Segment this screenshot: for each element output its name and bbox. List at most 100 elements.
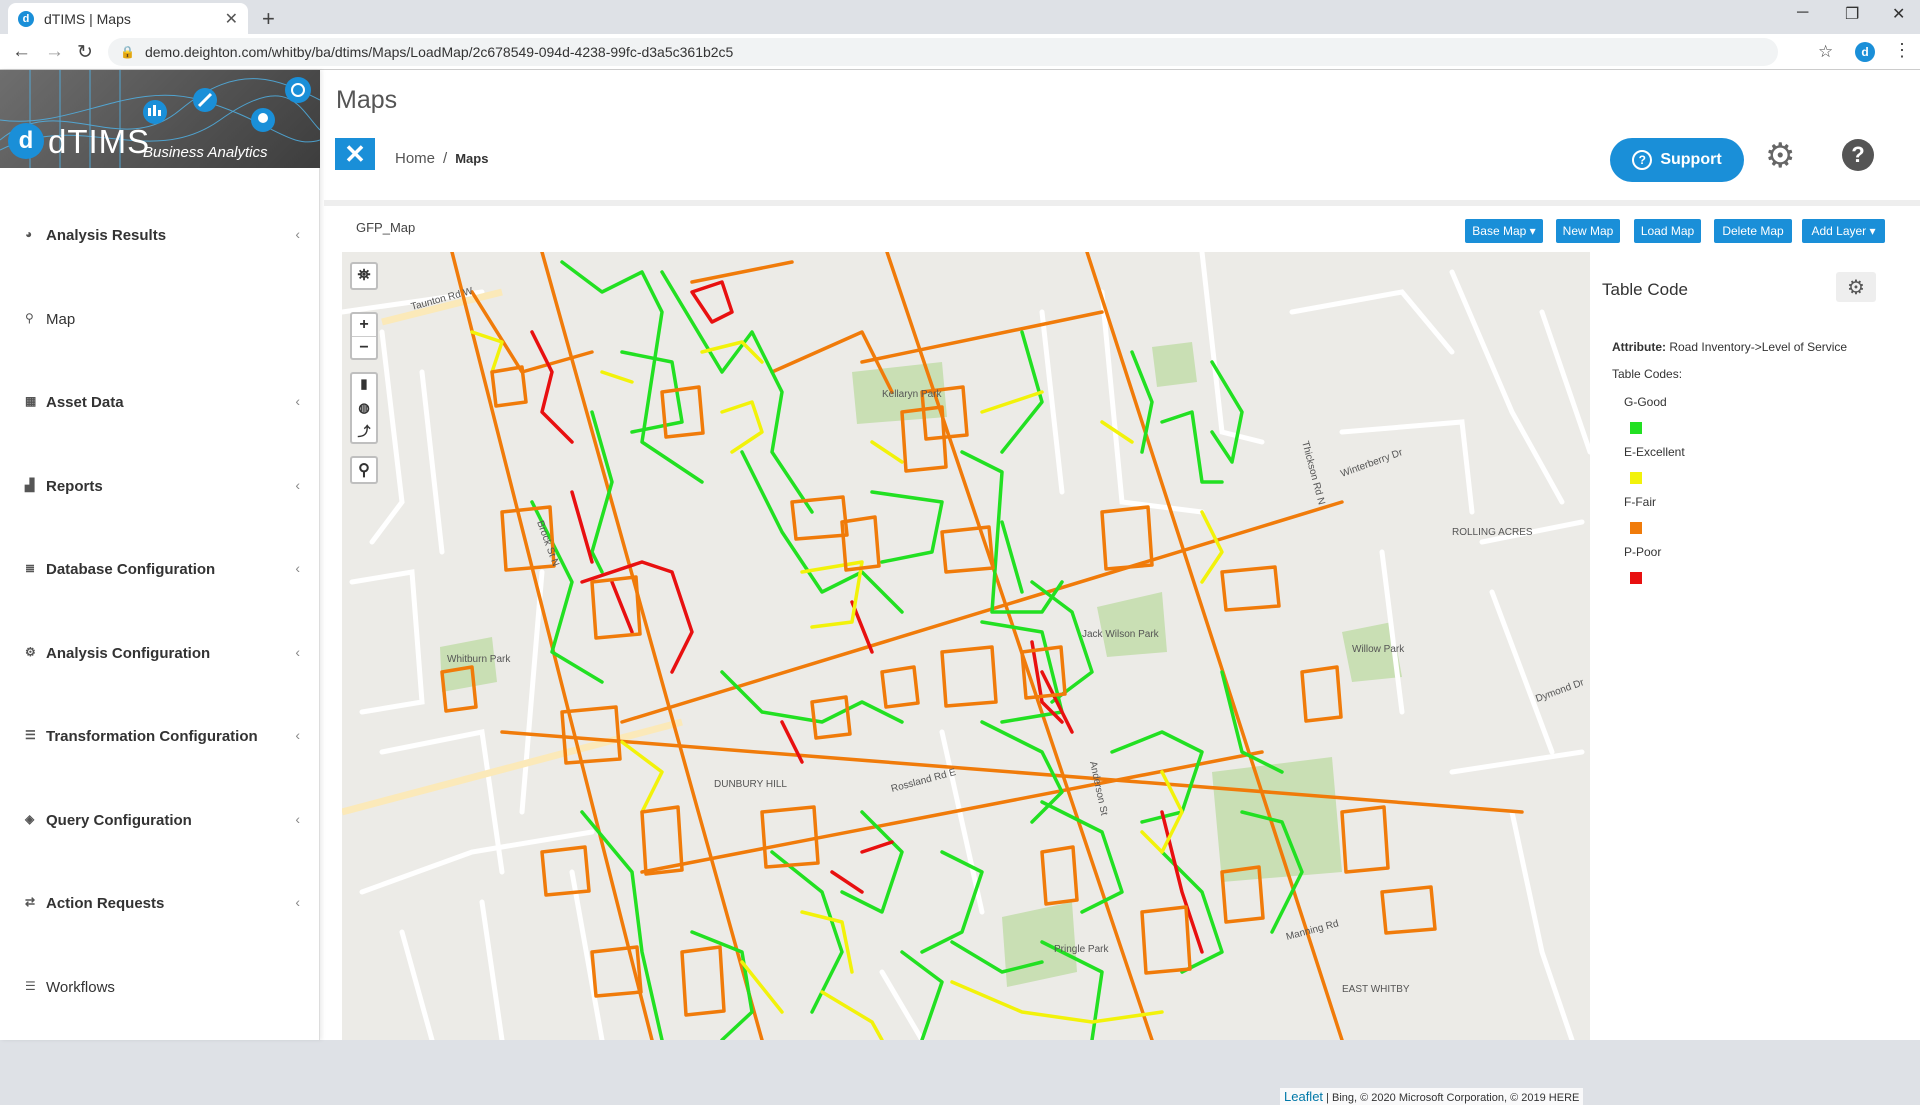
map-canvas[interactable]: Kellaryn Park Jack Wilson Park Whitburn … xyxy=(342,252,1590,1040)
new-map-button[interactable]: New Map xyxy=(1556,219,1620,243)
minimize-icon[interactable]: ─ xyxy=(1797,4,1808,22)
road-segment[interactable] xyxy=(1340,805,1390,874)
road-segment[interactable] xyxy=(660,385,705,439)
bookmark-icon[interactable]: ▮ xyxy=(360,372,367,396)
breadcrumb-home[interactable]: Home xyxy=(395,150,435,167)
sidebar-item-query-configuration[interactable]: ◈ Query Configuration ‹ xyxy=(0,800,320,884)
road-segment[interactable] xyxy=(680,945,726,1017)
sidebar-item-map[interactable]: ⚲ Map xyxy=(0,299,320,383)
road-segment[interactable] xyxy=(570,490,594,564)
road-segment[interactable] xyxy=(590,575,642,640)
road-segment[interactable] xyxy=(830,870,864,894)
bookmark-star-icon[interactable]: ☆ xyxy=(1818,42,1833,62)
road-segment[interactable] xyxy=(950,980,1164,1024)
road-segment[interactable] xyxy=(540,845,591,897)
back-icon[interactable]: ← xyxy=(12,41,31,63)
road-segment[interactable] xyxy=(1160,410,1224,484)
road-segment[interactable] xyxy=(620,740,664,814)
map-label: Dymond Dr xyxy=(1534,677,1586,705)
settings-gear-icon[interactable]: ⚙ xyxy=(1765,136,1795,176)
road-segment[interactable] xyxy=(790,495,849,541)
road-segment[interactable] xyxy=(870,440,904,464)
profile-avatar[interactable]: d xyxy=(1855,42,1875,62)
forward-icon[interactable]: → xyxy=(45,41,64,63)
close-window-icon[interactable]: ✕ xyxy=(1892,4,1905,24)
road-segment[interactable] xyxy=(610,580,634,634)
route-icon[interactable]: ⤴ xyxy=(357,420,370,444)
road-segment[interactable] xyxy=(530,330,574,444)
logo[interactable]: d dTIMS Business Analytics xyxy=(0,70,320,168)
road-segment[interactable] xyxy=(560,260,704,484)
road-segment[interactable] xyxy=(690,260,794,284)
road-segment[interactable] xyxy=(800,910,854,974)
close-sidebar-button[interactable]: ✕ xyxy=(335,138,375,170)
road-segment[interactable] xyxy=(1160,810,1204,954)
restore-icon[interactable]: ❐ xyxy=(1845,4,1859,24)
road-segment[interactable] xyxy=(1380,885,1437,935)
help-icon[interactable]: ? xyxy=(1842,139,1874,171)
new-tab-icon[interactable]: + xyxy=(262,6,275,32)
base-map-dropdown[interactable]: Base Map ▾ xyxy=(1465,219,1543,243)
road-segment[interactable] xyxy=(1200,510,1224,584)
road-segment[interactable] xyxy=(860,310,1104,364)
map-svg[interactable]: Kellaryn Park Jack Wilson Park Whitburn … xyxy=(342,252,1590,1040)
road-segment[interactable] xyxy=(860,840,894,854)
road-segment[interactable] xyxy=(720,400,764,454)
legend-settings-button[interactable]: ⚙ xyxy=(1836,272,1876,302)
reload-icon[interactable]: ↻ xyxy=(77,41,93,64)
url-input[interactable]: 🔒 demo.deighton.com/whitby/ba/dtims/Maps… xyxy=(108,38,1778,66)
road-segment[interactable] xyxy=(1040,845,1079,906)
road-segment[interactable] xyxy=(1030,580,1094,704)
road-segment[interactable] xyxy=(870,490,944,564)
road-segment[interactable] xyxy=(740,450,904,614)
road-segment[interactable] xyxy=(1040,800,1124,914)
close-tab-icon[interactable]: ✕ xyxy=(225,9,238,29)
sidebar-item-workflows[interactable]: ☰ Workflows xyxy=(0,967,320,1051)
road-segment[interactable] xyxy=(820,990,884,1040)
road-segment[interactable] xyxy=(980,390,1044,414)
road-segment[interactable] xyxy=(800,560,864,629)
road-segment[interactable] xyxy=(1160,850,1224,974)
sidebar-item-database-configuration[interactable]: ≣ Database Configuration ‹ xyxy=(0,549,320,633)
road-segment[interactable] xyxy=(660,270,814,514)
map-search-button[interactable]: ⚲ xyxy=(350,456,378,484)
leaflet-link[interactable]: Leaflet xyxy=(1284,1089,1323,1104)
delete-map-button[interactable]: Delete Map xyxy=(1714,219,1792,243)
road-segment[interactable] xyxy=(1100,505,1154,571)
sidebar-item-analysis-configuration[interactable]: ⚙ Analysis Configuration ‹ xyxy=(0,633,320,717)
road-segment[interactable] xyxy=(1000,520,1024,594)
road-segment[interactable] xyxy=(920,850,984,954)
search-icon: ⚲ xyxy=(358,462,370,479)
browser-menu-icon[interactable]: ⋮ xyxy=(1893,40,1911,61)
browser-tab[interactable]: d dTIMS | Maps ✕ xyxy=(8,3,248,34)
page-title: Maps xyxy=(336,86,398,114)
road-segment[interactable] xyxy=(1140,905,1192,975)
load-map-button[interactable]: Load Map xyxy=(1634,219,1701,243)
legend-item-label: P-Poor xyxy=(1624,545,1662,559)
zoom-in-button[interactable]: + xyxy=(359,314,368,336)
logo-badge: d xyxy=(8,123,44,159)
sidebar-item-action-requests[interactable]: ⇄ Action Requests ‹ xyxy=(0,883,320,967)
support-button[interactable]: ? Support xyxy=(1610,138,1744,182)
sidebar-item-analysis-results[interactable]: ◕ Analysis Results ‹ xyxy=(0,215,320,299)
sidebar-item-reports[interactable]: ▟ Reports ‹ xyxy=(0,466,320,550)
map-attribution: Leaflet | Bing, © 2020 Microsoft Corpora… xyxy=(1280,1088,1584,1105)
road-segment[interactable] xyxy=(760,805,820,869)
browser-tab-bar: d dTIMS | Maps ✕ + ─ ❐ ✕ xyxy=(0,0,1920,34)
road-segment[interactable] xyxy=(1300,665,1343,723)
sidebar-item-asset-data[interactable]: ▦ Asset Data ‹ xyxy=(0,382,320,466)
add-layer-dropdown[interactable]: Add Layer ▾ xyxy=(1802,219,1885,243)
road-segment[interactable] xyxy=(690,280,734,324)
road-segment[interactable] xyxy=(1000,330,1044,454)
globe-icon[interactable]: ◍ xyxy=(358,396,369,420)
road-segment[interactable] xyxy=(880,665,920,709)
road-segment[interactable] xyxy=(770,850,844,1014)
road-segment[interactable] xyxy=(900,950,944,1040)
measure-binoculars-button[interactable]: ⛯ xyxy=(350,262,378,290)
road-segment[interactable] xyxy=(1220,565,1281,612)
road-segment[interactable] xyxy=(600,370,634,384)
sidebar-item-transformation-configuration[interactable]: ☰ Transformation Configuration ‹ xyxy=(0,716,320,800)
zoom-out-button[interactable]: − xyxy=(352,336,376,358)
road-segment[interactable] xyxy=(940,645,998,708)
road-segment[interactable] xyxy=(960,450,1064,614)
